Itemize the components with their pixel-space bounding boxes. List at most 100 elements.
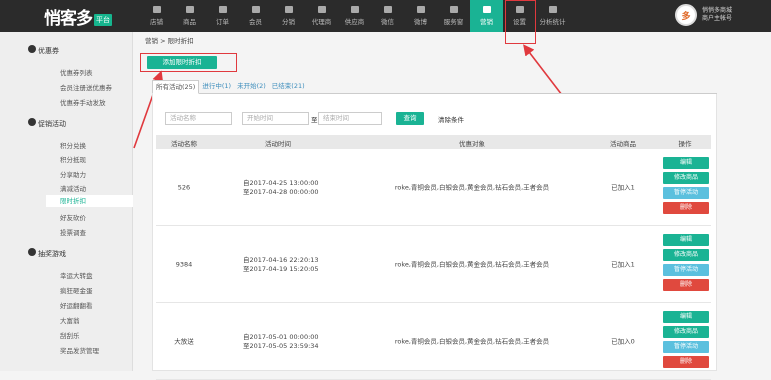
activity-goods: 已加入0 [611,337,635,345]
nav-item-store[interactable]: 店铺 [140,0,173,32]
sidebar: 优惠券 优惠券列表 会员注册送优惠券 优惠券手动发放 促销活动 积分兑换 积分抵… [0,32,133,371]
nav-item-goods[interactable]: 商品 [173,0,206,32]
nav-label: 分销 [282,18,295,26]
order-icon [218,6,227,13]
delete-button[interactable]: 删除 [663,202,709,214]
edit-button[interactable]: 编辑 [663,157,709,169]
sidebar-item-flip-cards[interactable]: 好运翻翻看 [60,300,93,310]
sidebar-item-scratch[interactable]: 刮刮乐 [60,330,80,340]
nav-item-weibo[interactable]: 微博 [404,0,437,32]
nav-label: 服务窗 [443,18,464,26]
nav-label: 微博 [414,18,427,26]
row-actions: 编辑修改商品暂停活动删除 [663,234,709,294]
distribution-icon [284,6,293,13]
search-button[interactable]: 查询 [396,112,424,125]
activity-end-time: 至2017-04-19 15:20:05 [243,264,319,273]
clear-filters-link[interactable]: 清除条件 [438,114,464,124]
sidebar-item-coupon-list[interactable]: 优惠券列表 [60,67,93,77]
sidebar-item-wheel[interactable]: 幸运大转盘 [60,270,93,280]
user-menu[interactable]: 多 悄悄多商城 商户主帐号 [675,4,732,26]
wechat-icon [383,6,392,13]
activity-name: 大放送 [174,337,194,345]
sidebar-item-points-cash[interactable]: 积分抵现 [60,154,86,164]
member-icon [251,6,260,13]
store-icon [152,6,161,13]
lottery-icon [28,248,36,256]
edit-goods-button[interactable]: 修改商品 [663,326,709,338]
status-tabs: 所有活动(25) 进行中(1) 未开始(2) 已结束(21) [152,80,717,94]
nav-label: 订单 [216,18,229,26]
pause-activity-button[interactable]: 暂停活动 [663,264,709,276]
edit-button[interactable]: 编辑 [663,234,709,246]
sidebar-group-coupons: 优惠券 [38,47,59,55]
row-actions: 编辑修改商品暂停活动删除 [663,157,709,217]
breadcrumb: 营销 > 限时折扣 [145,37,194,45]
sidebar-group-lottery: 抽奖游戏 [38,250,66,258]
sidebar-item-points-exchange[interactable]: 积分兑换 [60,140,86,150]
header-target: 优惠对象 [459,140,485,148]
top-navigation-bar: 悄客多 平台 店铺 商品 订单 会员 分销 代理商 供应商 微信 微博 服务窗 营销 设置 分析统计 多… [0,0,771,32]
agent-icon [317,6,326,13]
nav-item-service-window[interactable]: 服务窗 [437,0,470,32]
delete-button[interactable]: 删除 [663,356,709,368]
edit-goods-button[interactable]: 修改商品 [663,249,709,261]
range-separator: 至 [311,116,318,124]
nav-item-agents[interactable]: 代理商 [305,0,338,32]
analytics-icon [548,6,557,13]
nav-label: 分析统计 [539,18,566,26]
tab-all[interactable]: 所有活动(25) [152,80,200,94]
nav-label: 供应商 [344,18,365,26]
sidebar-item-flash-discount[interactable]: 限时折扣 [46,195,133,207]
sidebar-item-monopoly[interactable]: 大富翁 [60,315,80,325]
sidebar-item-prize-delivery[interactable]: 奖品发货管理 [60,345,99,355]
nav-label: 营销 [480,18,493,26]
end-time-input[interactable]: 结束时间 [318,112,382,125]
sidebar-item-register-coupon[interactable]: 会员注册送优惠券 [60,82,112,92]
header-time: 活动时间 [265,140,291,148]
logo-tag: 平台 [94,13,112,26]
nav-item-analytics[interactable]: 分析统计 [536,0,569,32]
user-role: 商户主帐号 [702,15,733,22]
edit-goods-button[interactable]: 修改商品 [663,172,709,184]
logo[interactable]: 悄客多 平台 [44,5,112,29]
sidebar-item-full-reduction[interactable]: 满减活动 [60,183,86,193]
activity-target: roke,青铜会员,白银会员,黄金会员,钻石会员,王者会员 [394,183,550,191]
nav-item-orders[interactable]: 订单 [206,0,239,32]
pause-activity-button[interactable]: 暂停活动 [663,187,709,199]
sidebar-item-share-boost[interactable]: 分享助力 [60,169,86,179]
nav-label: 店铺 [150,18,163,26]
nav-item-distribution[interactable]: 分销 [272,0,305,32]
activity-target: roke,青铜会员,白银会员,黄金会员,钻石会员,王者会员 [394,260,550,268]
marketing-icon [482,6,491,13]
tab-not-started[interactable]: 未开始(2) [234,80,269,94]
nav-item-suppliers[interactable]: 供应商 [338,0,371,32]
header-ops: 操作 [678,140,692,148]
pause-activity-button[interactable]: 暂停活动 [663,341,709,353]
sidebar-item-friend-bargain[interactable]: 好友砍价 [60,212,86,222]
activity-goods: 已加入1 [611,183,635,191]
edit-button[interactable]: 编辑 [663,311,709,323]
nav-item-members[interactable]: 会员 [239,0,272,32]
nav-item-wechat[interactable]: 微信 [371,0,404,32]
avatar[interactable]: 多 [675,4,697,26]
nav-highlight [505,0,536,44]
sidebar-item-vote-survey[interactable]: 投票调查 [60,227,86,237]
nav-label: 微信 [381,18,394,26]
activity-goods: 已加入1 [611,260,635,268]
coupon-icon [28,45,36,53]
delete-button[interactable]: 删除 [663,279,709,291]
weibo-icon [416,6,425,13]
tab-ended[interactable]: 已结束(21) [269,80,308,94]
start-time-input[interactable]: 开始时间 [242,112,309,125]
sidebar-item-golden-egg[interactable]: 疯狂砸金蛋 [60,285,93,295]
activity-name: 9384 [175,260,193,268]
nav-label: 代理商 [311,18,332,26]
nav-item-marketing[interactable]: 营销 [470,0,503,32]
sidebar-group-promotions: 促销活动 [38,120,66,128]
activity-end-time: 至2017-04-28 00:00:00 [243,187,319,196]
sidebar-item-manual-coupon[interactable]: 优惠券手动发放 [60,97,106,107]
table-header: 活动名称 活动时间 优惠对象 活动商品 操作 [156,135,711,149]
tab-ongoing[interactable]: 进行中(1) [199,80,234,94]
goods-icon [185,6,194,13]
activity-name-input[interactable]: 活动名称 [165,112,232,125]
